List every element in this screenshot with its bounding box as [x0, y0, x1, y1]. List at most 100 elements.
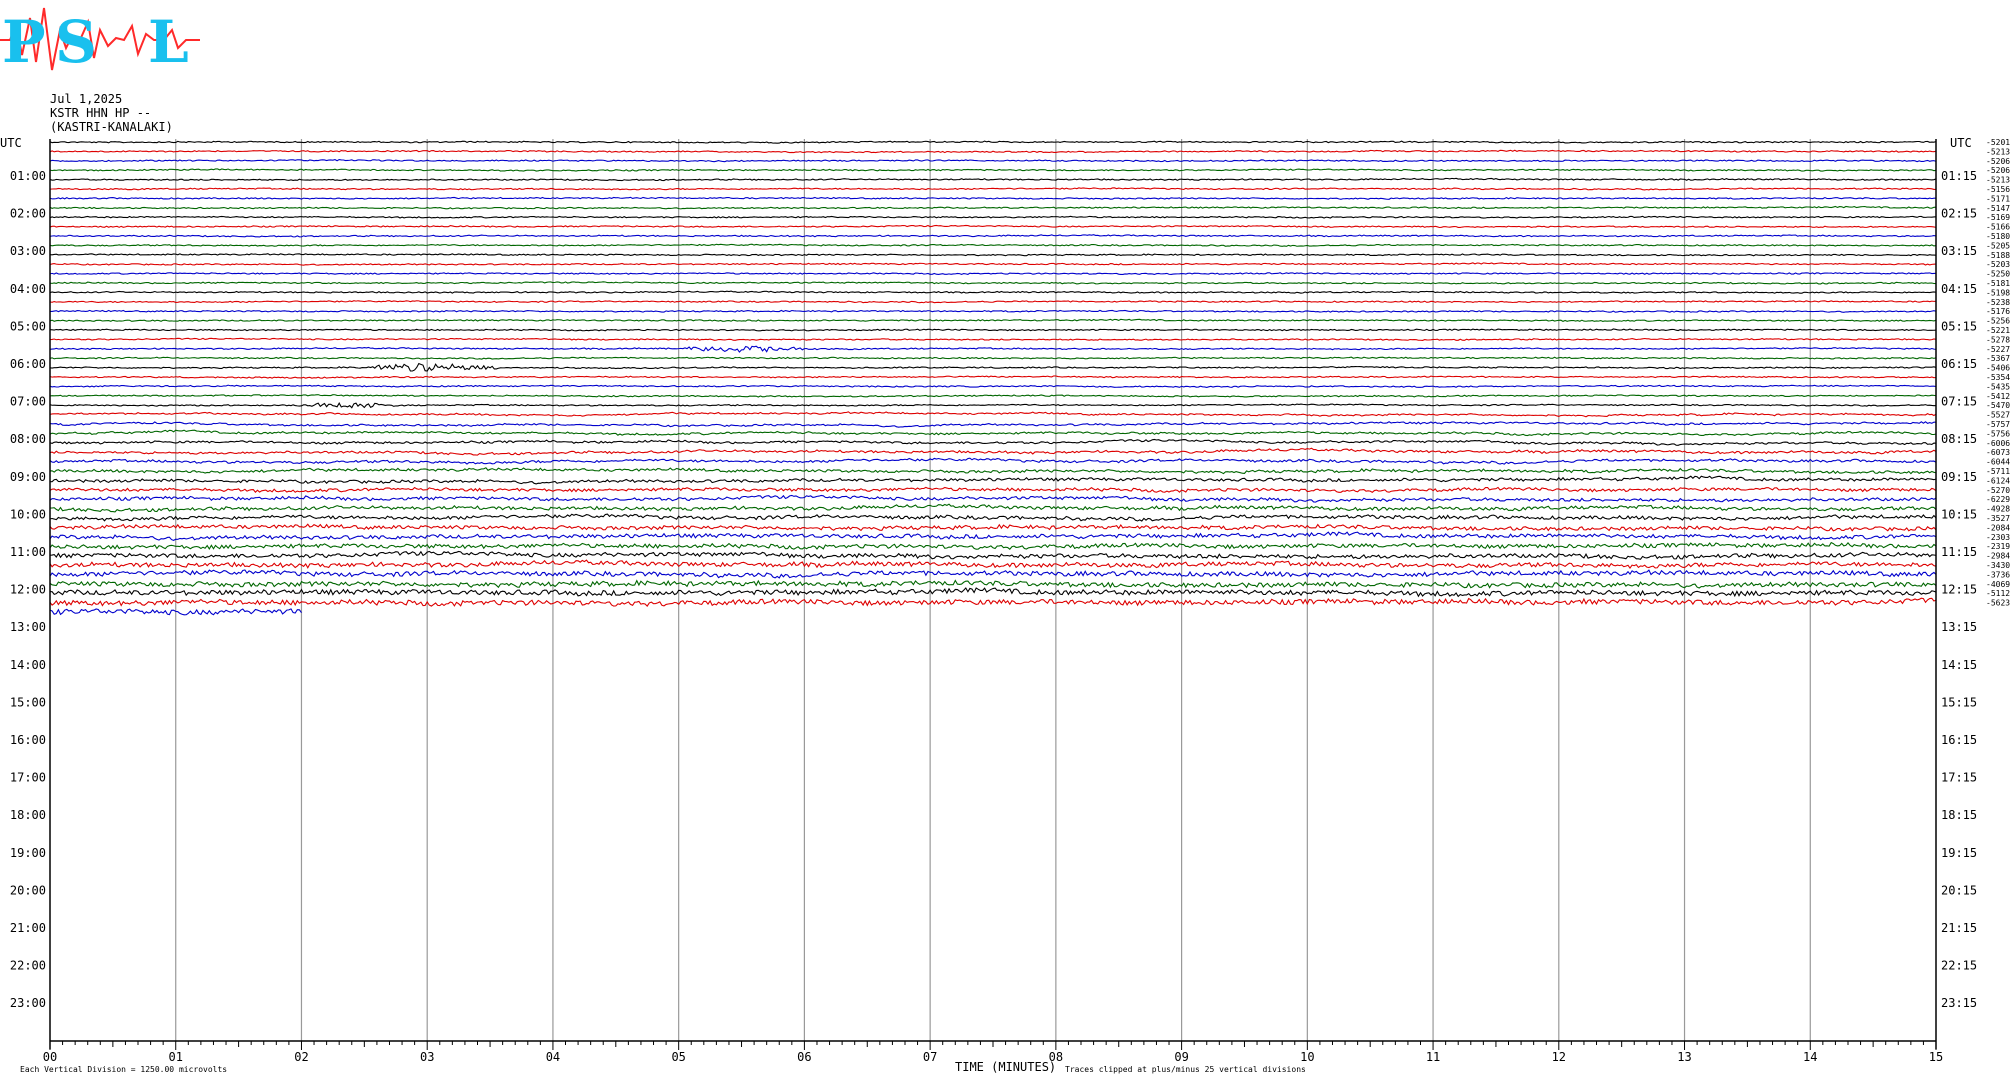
right-hour-label: 23:15	[1941, 996, 1977, 1010]
logo-letter-l: L	[148, 8, 189, 76]
trace-offset-label: -5181	[1986, 279, 2010, 288]
trace-offset-label: -5206	[1986, 166, 2010, 175]
trace-offset-label: -5623	[1986, 599, 2010, 608]
trace-offset-label: -5367	[1986, 354, 2010, 363]
trace-offset-label: -4069	[1986, 580, 2010, 589]
trace-line	[49, 243, 1937, 247]
left-hour-label: 08:00	[10, 432, 46, 446]
trace-offset-label: -5188	[1986, 251, 2010, 260]
clip-note: Traces clipped at plus/minus 25 vertical…	[1065, 1065, 1306, 1074]
left-hour-label: 03:00	[10, 244, 46, 258]
trace-line	[49, 337, 1937, 341]
trace-offset-label: -5180	[1986, 232, 2010, 241]
trace-line	[49, 375, 1937, 379]
left-hour-label: 04:00	[10, 282, 46, 296]
trace-offset-label: -2319	[1986, 542, 2010, 551]
left-hour-label: 21:00	[10, 921, 46, 935]
trace-offset-label: -5527	[1986, 411, 2010, 420]
trace-offset-label: -5270	[1986, 486, 2010, 495]
trace-line	[49, 168, 1937, 172]
left-hour-label: 02:00	[10, 207, 46, 221]
x-tick-label: 14	[1803, 1050, 1817, 1064]
trace-line	[50, 309, 1937, 313]
trace-offset-label: -5757	[1986, 420, 2010, 429]
trace-offset-label: -2984	[1986, 552, 2010, 561]
logo-letter-s: S	[55, 8, 97, 76]
trace-offset-label: -5176	[1986, 307, 2010, 316]
right-hour-label: 06:15	[1941, 357, 1977, 371]
right-hour-label: 10:15	[1941, 507, 1977, 521]
right-hour-label: 01:15	[1941, 169, 1977, 183]
right-hour-label: 15:15	[1941, 695, 1977, 709]
x-tick-label: 07	[923, 1050, 937, 1064]
x-tick-label: 15	[1929, 1050, 1943, 1064]
trace-offset-label: -6124	[1986, 476, 2010, 485]
x-tick-label: 03	[420, 1050, 434, 1064]
psl-logo: P S L	[0, 7, 200, 76]
right-hour-label: 12:15	[1941, 583, 1977, 597]
left-hour-label: 13:00	[10, 620, 46, 634]
x-tick-label: 04	[546, 1050, 560, 1064]
trace-line	[49, 513, 1937, 522]
left-hour-label: 07:00	[10, 395, 46, 409]
right-hour-label: 16:15	[1941, 733, 1977, 747]
trace-offset-label: -6044	[1986, 458, 2010, 467]
left-hour-label: 17:00	[10, 771, 46, 785]
trace-offset-label: -6229	[1986, 495, 2010, 504]
trace-offset-label: -2303	[1986, 533, 2010, 542]
trace-offset-label: -5203	[1986, 260, 2010, 269]
trace-line	[49, 486, 1937, 494]
trace-line	[49, 402, 1937, 409]
left-hour-label: 23:00	[10, 996, 46, 1010]
trace-line	[49, 475, 1937, 485]
left-hour-label: 10:00	[10, 507, 46, 521]
trace-offset-label: -5278	[1986, 335, 2010, 344]
x-tick-label: 01	[169, 1050, 183, 1064]
right-utc-label: UTC	[1950, 136, 1972, 150]
trace-offset-label: -5147	[1986, 204, 2010, 213]
trace-line	[49, 429, 1937, 437]
trace-offset-label: -3736	[1986, 570, 2010, 579]
x-tick-label: 06	[797, 1050, 811, 1064]
trace-line	[49, 328, 1937, 332]
axes: 00 01 02 03 04 05 06 07 08 09 10 11 12 13 14 1501:0002:…	[10, 138, 2010, 1064]
trace-line	[49, 196, 1937, 200]
right-hour-label: 18:15	[1941, 808, 1977, 822]
trace-line	[49, 177, 1937, 182]
trace-offset-label: -4928	[1986, 505, 2010, 514]
right-hour-label: 03:15	[1941, 244, 1977, 258]
trace-offset-label: -5256	[1986, 317, 2010, 326]
trace-line	[49, 438, 1937, 446]
left-hour-label: 11:00	[10, 545, 46, 559]
right-hour-label: 11:15	[1941, 545, 1977, 559]
trace-line	[49, 158, 1937, 163]
trace-line	[49, 579, 1937, 589]
left-hour-label: 18:00	[10, 808, 46, 822]
minute-gridlines	[175, 139, 1811, 1041]
trace-offset-label: -5198	[1986, 288, 2010, 297]
trace-line	[49, 215, 1937, 219]
trace-offset-label: -5201	[1986, 138, 2010, 147]
trace-offset-label: -5470	[1986, 401, 2010, 410]
seismic-traces	[49, 140, 1937, 616]
trace-line	[49, 447, 1937, 456]
trace-offset-label: -5435	[1986, 382, 2010, 391]
left-hour-label: 09:00	[10, 470, 46, 484]
trace-line	[49, 140, 1937, 144]
right-hour-label: 09:15	[1941, 470, 1977, 484]
trace-line	[49, 356, 1937, 360]
trace-offset-label: -5171	[1986, 194, 2010, 203]
trace-line	[49, 494, 1937, 503]
trace-offset-label: -6073	[1986, 448, 2010, 457]
trace-offset-label: -5756	[1986, 429, 2010, 438]
trace-line	[49, 559, 1937, 569]
trace-offset-label: -2084	[1986, 523, 2010, 532]
right-hour-label: 22:15	[1941, 959, 1977, 973]
left-utc-label: UTC	[0, 136, 22, 150]
x-tick-label: 00	[43, 1050, 57, 1064]
trace-line	[49, 597, 1937, 607]
trace-offset-label: -5227	[1986, 345, 2010, 354]
left-hour-label: 16:00	[10, 733, 46, 747]
logo-letter-p: P	[2, 8, 46, 76]
trace-offset-label: -3527	[1986, 514, 2010, 523]
